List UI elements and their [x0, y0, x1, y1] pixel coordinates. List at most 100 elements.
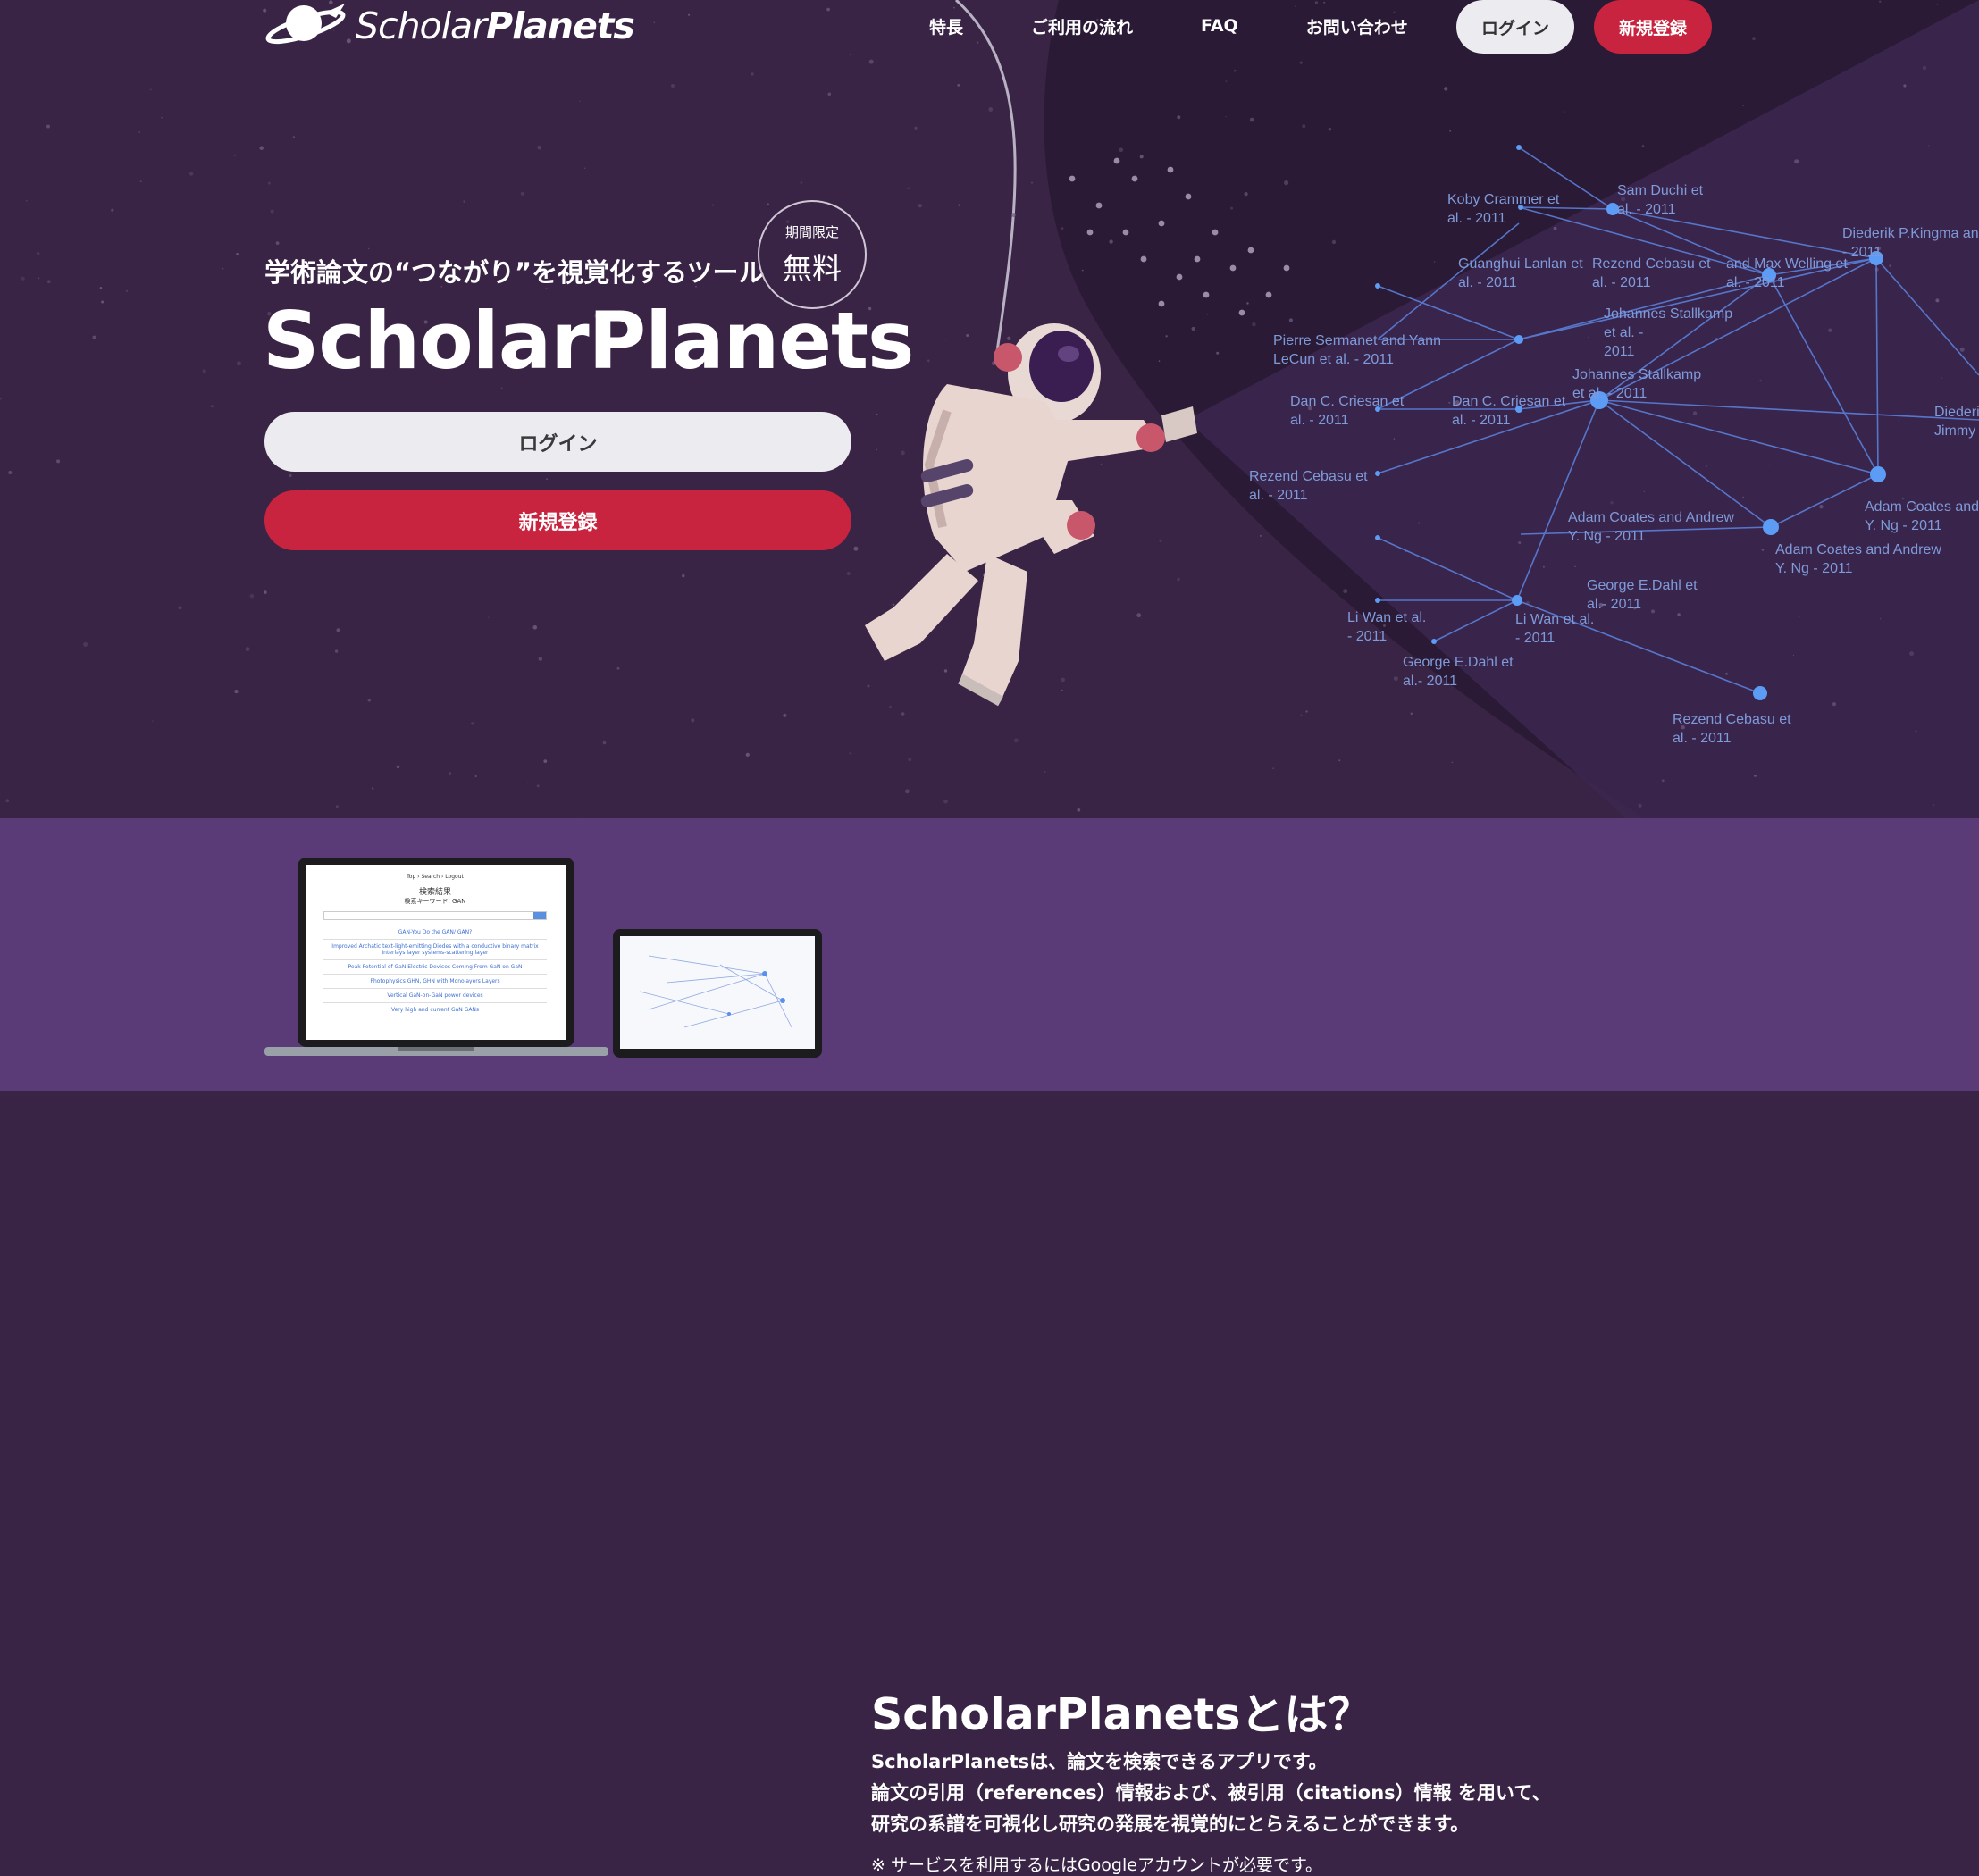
star: [957, 83, 960, 87]
star: [868, 59, 874, 64]
star: [907, 187, 910, 189]
hero-signup-button[interactable]: 新規登録: [264, 490, 851, 550]
star: [1725, 672, 1728, 675]
star: [500, 387, 503, 389]
star: [1643, 490, 1646, 492]
mock-result-item: Photophysics GHN, GHN with Monolayers La…: [323, 975, 547, 989]
graph-node[interactable]: [1753, 686, 1767, 700]
brand-logo[interactable]: ScholarPlanets: [264, 0, 635, 52]
star: [83, 641, 88, 647]
mock-subheading: 検索キーワード: GAN: [404, 898, 466, 905]
nav-contact[interactable]: お問い合わせ: [1306, 14, 1408, 38]
graph-node[interactable]: [1763, 519, 1779, 535]
star: [892, 603, 895, 607]
star: [259, 146, 264, 150]
mock-result-item: GAN-You Do the GAN/ GAN?: [323, 925, 547, 940]
header-signup-button[interactable]: 新規登録: [1594, 0, 1712, 54]
star: [267, 181, 271, 185]
star: [1705, 465, 1708, 467]
graph-node[interactable]: [1375, 598, 1380, 603]
star: [1136, 613, 1142, 618]
star: [488, 616, 490, 618]
star: [139, 180, 142, 183]
graph-node[interactable]: [1375, 283, 1380, 289]
mock-result-item: Peak Potential of GaN Electric Devices C…: [323, 960, 547, 975]
star: [334, 649, 339, 653]
hero-login-button[interactable]: ログイン: [264, 412, 851, 472]
star: [966, 334, 969, 337]
star: [671, 84, 675, 88]
graph-node[interactable]: [1512, 595, 1522, 606]
star: [367, 699, 371, 702]
graph-node[interactable]: [1514, 335, 1523, 344]
star: [1922, 65, 1927, 71]
star: [1233, 69, 1237, 72]
star: [745, 752, 750, 758]
nav-faq[interactable]: FAQ: [1201, 16, 1238, 36]
star: [36, 252, 40, 255]
graph-node[interactable]: [1870, 466, 1886, 482]
star: [905, 789, 910, 794]
star: [1564, 111, 1565, 113]
star: [988, 107, 994, 112]
star: [1819, 505, 1824, 509]
star: [1410, 712, 1413, 716]
star: [1061, 689, 1063, 691]
star: [1302, 124, 1306, 129]
star: [543, 759, 548, 763]
star: [1044, 771, 1046, 773]
star: [1661, 779, 1665, 783]
mock-result-item: Improved Archatic text-light-emitting Di…: [323, 940, 547, 960]
star: [152, 720, 154, 722]
tablet-mockup: [613, 929, 822, 1058]
star: [1828, 328, 1832, 332]
star: [1077, 808, 1081, 812]
star: [1031, 181, 1033, 184]
star: [1158, 220, 1165, 227]
star: [918, 204, 923, 208]
tether-line: [955, 0, 1017, 358]
nav-features[interactable]: 特長: [929, 14, 963, 38]
star: [1252, 322, 1256, 327]
star: [1300, 714, 1303, 716]
star: [536, 784, 540, 788]
graph-node[interactable]: [1375, 535, 1380, 540]
star: [289, 473, 292, 478]
star: [8, 470, 13, 475]
about-section: Top › Search › Logout 検索結果 検索キーワード: GAN …: [0, 818, 1979, 1875]
star: [846, 571, 851, 576]
star: [1794, 159, 1799, 164]
star: [202, 369, 206, 373]
star: [1247, 247, 1254, 254]
star: [1761, 549, 1765, 551]
star: [275, 241, 280, 245]
star: [21, 276, 25, 281]
laptop-screen-content: Top › Search › Logout 検索結果 検索キーワード: GAN …: [307, 868, 563, 1038]
star: [691, 718, 695, 723]
star: [1288, 318, 1293, 322]
star: [1651, 609, 1655, 614]
star: [1013, 738, 1019, 743]
star: [943, 799, 948, 804]
star: [1249, 117, 1254, 122]
graph-node[interactable]: [1516, 145, 1522, 150]
star: [396, 765, 400, 769]
star: [1959, 347, 1965, 352]
graph-node[interactable]: [1375, 471, 1380, 476]
star: [47, 280, 51, 284]
nav-usage-flow[interactable]: ご利用の流れ: [1031, 14, 1133, 38]
star: [210, 405, 214, 408]
star: [616, 666, 620, 670]
star: [1139, 155, 1144, 159]
badge-free-label: 無料: [783, 250, 842, 286]
header-login-button[interactable]: ログイン: [1456, 0, 1574, 54]
graph-node[interactable]: [1431, 639, 1437, 644]
star: [767, 203, 769, 205]
about-title: ScholarPlanetsとは？: [871, 1689, 1372, 1740]
hero-title: ScholarPlanets: [263, 295, 914, 387]
star: [471, 722, 474, 725]
star: [1159, 539, 1162, 543]
star: [26, 199, 28, 202]
star: [751, 72, 754, 76]
planet-logo-icon: [265, 4, 346, 45]
